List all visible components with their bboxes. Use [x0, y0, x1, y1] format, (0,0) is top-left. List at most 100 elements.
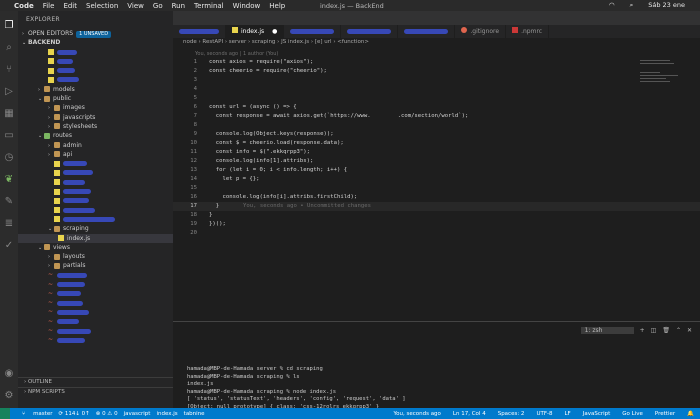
list-item[interactable]	[18, 75, 173, 84]
tab-gitignore[interactable]: .gitignore	[455, 25, 507, 38]
template-file-icon: ~	[48, 289, 54, 297]
menu-run[interactable]: Run	[172, 2, 185, 10]
tab-redacted[interactable]	[284, 25, 342, 38]
encoding[interactable]: UTF-8	[536, 411, 552, 417]
list-item[interactable]: ~	[18, 308, 173, 317]
sidebar-item-views[interactable]: ⌄ views	[18, 243, 173, 252]
list-item[interactable]: ~	[18, 271, 173, 280]
sidebar-item-javascripts[interactable]: › javascripts	[18, 113, 173, 122]
terminal-output[interactable]: hamada@MBP-de-Hamada server % cd scrapin…	[187, 366, 406, 411]
list-item[interactable]	[18, 168, 173, 177]
menu-edit[interactable]: Edit	[63, 2, 77, 10]
menu-go[interactable]: Go	[153, 2, 163, 10]
leaf-icon[interactable]: ❦	[3, 173, 15, 185]
prettier-status[interactable]: Prettier	[655, 411, 675, 417]
extensions-icon[interactable]: ▦	[3, 107, 15, 119]
search-icon[interactable]: ⌕	[3, 41, 15, 53]
remote-explorer-icon[interactable]: ▭	[3, 129, 15, 141]
go-live-button[interactable]: Go Live	[622, 411, 643, 417]
menu-file[interactable]: File	[43, 2, 55, 10]
plus-icon[interactable]: +	[640, 327, 645, 334]
root-folder[interactable]: ⌄ BACKEND	[18, 38, 173, 47]
list-item[interactable]	[18, 206, 173, 215]
sidebar-item-index-js[interactable]: index.js	[18, 233, 173, 243]
breadcrumb[interactable]: node › RestAPI › server › scraping › JS …	[183, 39, 369, 45]
list-item[interactable]	[18, 196, 173, 205]
clock[interactable]: Sáb 23 ene	[648, 1, 685, 10]
sidebar-item-api[interactable]: › api	[18, 150, 173, 159]
sidebar-item-admin[interactable]: › admin	[18, 141, 173, 150]
list-item[interactable]: ~	[18, 327, 173, 336]
wifi-icon[interactable]: ◠	[609, 1, 615, 10]
sidebar-item-public[interactable]: ⌄ public	[18, 94, 173, 103]
tab-redacted[interactable]	[398, 25, 456, 38]
list-item[interactable]	[18, 66, 173, 75]
tab-redacted[interactable]	[341, 25, 399, 38]
terminal-panel[interactable]: 1: zsh + ◫ 🗑 ⌃ ✕ hamada@MBP-de-Hamada se…	[173, 321, 700, 411]
sidebar-item-scraping[interactable]: ⌄ scraping	[18, 224, 173, 233]
code-editor[interactable]: 1 const axios = require("axios"); 2 const …	[173, 58, 700, 320]
tab-index-js[interactable]: index.js ●	[226, 25, 285, 38]
sidebar-item-partials[interactable]: › partials	[18, 261, 173, 270]
indentation[interactable]: Spaces: 2	[498, 411, 525, 417]
list-item[interactable]: ~	[18, 280, 173, 289]
sidebar-item-routes[interactable]: ⌄ routes	[18, 131, 173, 140]
menu-selection[interactable]: Selection	[86, 2, 118, 10]
language-mode-left[interactable]: javascript	[124, 411, 151, 417]
language-mode[interactable]: JavaScript	[583, 411, 611, 417]
chevron-up-icon[interactable]: ⌃	[676, 327, 681, 334]
bell-icon[interactable]: 🔔	[687, 411, 694, 417]
codelens-blame[interactable]: You, seconds ago | 1 author (You)	[195, 51, 278, 57]
sidebar-item-images[interactable]: › images	[18, 103, 173, 112]
split-icon[interactable]: ◫	[651, 327, 657, 334]
list-item[interactable]	[18, 187, 173, 196]
outline-section[interactable]: › OUTLINE	[18, 377, 173, 386]
list-item[interactable]	[18, 215, 173, 224]
list-item[interactable]	[18, 178, 173, 187]
blame-status[interactable]: You, seconds ago	[393, 411, 440, 417]
list-item[interactable]: ~	[18, 299, 173, 308]
menu-terminal[interactable]: Terminal	[194, 2, 224, 10]
tab-npmrc[interactable]: .npmrc	[506, 25, 550, 38]
sync-status[interactable]: ⟳ 114↓ 0↑	[58, 411, 89, 417]
eol[interactable]: LF	[564, 411, 570, 417]
menu-view[interactable]: View	[127, 2, 144, 10]
list-item[interactable]: ~	[18, 289, 173, 298]
account-icon[interactable]: ◉	[3, 367, 15, 379]
branch-status[interactable]: ⑂ master	[16, 411, 52, 417]
terminal-select[interactable]: 1: zsh	[580, 327, 634, 334]
problems-status[interactable]: ⊗ 0 ⚠ 0	[96, 411, 118, 417]
list-item[interactable]: ~	[18, 317, 173, 326]
sidebar-item-stylesheets[interactable]: › stylesheets	[18, 122, 173, 131]
run-debug-icon[interactable]: ▷	[3, 85, 15, 97]
clock-icon[interactable]: ◷	[3, 151, 15, 163]
open-editors-header[interactable]: › OPEN EDITORS 1 UNSAVED	[18, 29, 173, 38]
pen-icon[interactable]: ✎	[3, 195, 15, 207]
search-icon[interactable]: ⌕	[630, 1, 634, 10]
tab-redacted[interactable]	[173, 25, 226, 38]
trash-icon[interactable]: 🗑	[662, 327, 670, 334]
minimap[interactable]	[640, 58, 680, 108]
sidebar-item-models[interactable]: › models	[18, 85, 173, 94]
menu-app[interactable]: Code	[14, 2, 34, 10]
cursor-position[interactable]: Ln 17, Col 4	[453, 411, 486, 417]
sidebar-item-layouts[interactable]: › layouts	[18, 252, 173, 261]
menu-help[interactable]: Help	[269, 2, 285, 10]
list-item[interactable]	[18, 57, 173, 66]
npm-scripts-section[interactable]: › NPM SCRIPTS	[18, 387, 173, 396]
check-icon[interactable]: ✓	[3, 239, 15, 251]
gear-icon[interactable]: ⚙	[3, 389, 15, 401]
docker-icon[interactable]: ≣	[3, 217, 15, 229]
remote-icon[interactable]	[0, 408, 10, 419]
tabnine-status[interactable]: tabnine	[184, 411, 205, 417]
unsaved-dot-icon[interactable]: ●	[272, 28, 277, 35]
close-icon[interactable]: ✕	[687, 327, 692, 334]
files-icon[interactable]: ❐	[3, 19, 15, 31]
list-item[interactable]: ~	[18, 336, 173, 345]
list-item[interactable]	[18, 159, 173, 168]
menu-window[interactable]: Window	[233, 2, 261, 10]
list-item[interactable]	[18, 48, 173, 57]
file-status[interactable]: index.js	[156, 411, 177, 417]
source-control-icon[interactable]: ⑂	[3, 63, 15, 75]
line-number: 20	[190, 230, 197, 236]
